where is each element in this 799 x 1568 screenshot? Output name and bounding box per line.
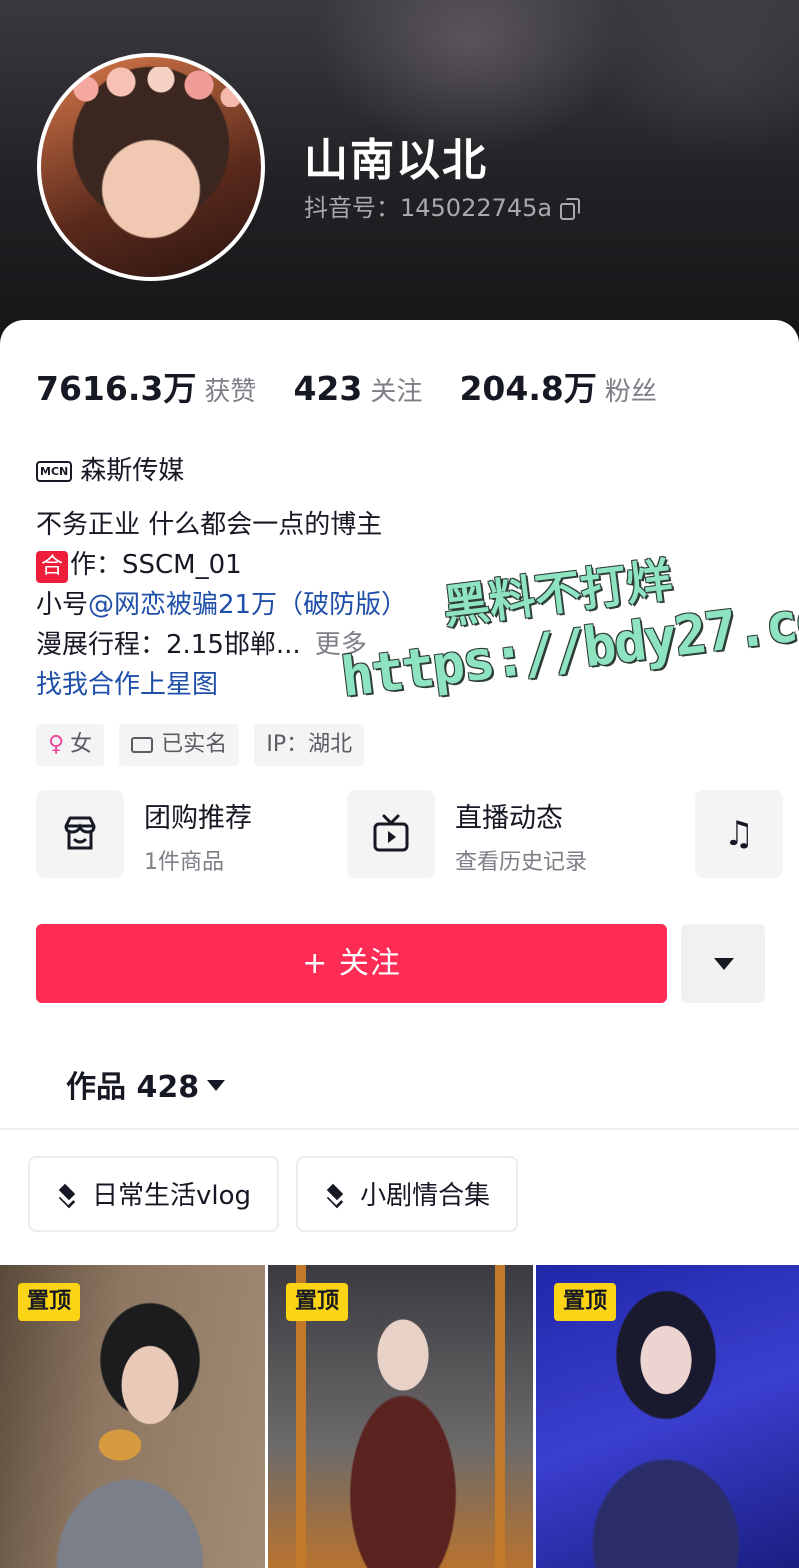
collections-row: 日常生活vlog 小剧情合集 [28,1156,530,1232]
stat-label: 获赞 [204,377,257,407]
live-subtitle: 查看历史记录 [455,850,588,875]
stat-value: 204.8万 [459,369,597,408]
verified-chip: 已实名 [119,724,240,766]
tab-works-label: 作品 428 [66,1070,200,1105]
group-buy-title[interactable]: 团购推荐 [144,796,252,835]
verified-label: 已实名 [161,732,228,757]
more-actions-dropdown-button[interactable] [681,924,765,1003]
female-icon: ♀ [48,732,65,757]
gender-label: 女 [70,732,93,757]
video-thumbnail[interactable]: 置顶 [0,1265,265,1568]
layers-icon [324,1183,350,1207]
profile-header: 山南以北 抖音号：145022745a [0,0,799,360]
bio-line-4-text: 漫展行程：2.15邯郸... [36,630,301,660]
stat-value: 423 [293,369,363,408]
mcn-name: 森斯传媒 [80,456,185,486]
stat-value: 7616.3万 [36,369,197,408]
stat-label: 关注 [370,377,423,407]
shop-bag-icon[interactable] [36,790,124,878]
divider [0,1128,799,1130]
mcn-agency[interactable]: MCN 森斯传媒 [36,450,184,487]
video-grid: 置顶 置顶 置顶 [0,1265,799,1568]
stat-likes: 7616.3万 获赞 [36,362,256,410]
caret-down-icon [207,1080,226,1091]
stats-row: 7616.3万 获赞 423 关注 204.8万 粉丝 [36,362,689,410]
stat-followers[interactable]: 204.8万 粉丝 [459,362,656,410]
video-thumbnail[interactable]: 置顶 [268,1265,533,1568]
cooperate-badge: 合 [36,551,68,583]
mcn-icon: MCN [36,461,73,482]
pinned-badge: 置顶 [286,1283,349,1321]
profile-card: 7616.3万 获赞 423 关注 204.8万 粉丝 MCN 森斯传媒 不务正业 什么… [0,320,799,1568]
pinned-badge: 置顶 [554,1283,617,1321]
layers-icon [56,1183,82,1207]
id-card-icon [131,737,154,753]
bio-line-3-prefix: 小号 [36,590,89,620]
music-note-icon[interactable]: ♫ [695,790,783,878]
copy-icon[interactable] [560,198,581,220]
gender-chip: ♀ 女 [36,724,105,766]
avatar[interactable] [37,53,265,281]
douyin-id-row[interactable]: 抖音号：145022745a [304,188,581,223]
profile-tags: ♀ 女 已实名 IP：湖北 [36,724,374,766]
video-thumbnail[interactable]: 置顶 [536,1265,799,1568]
stat-label: 粉丝 [604,377,657,407]
collection-short-drama[interactable]: 小剧情合集 [296,1156,519,1232]
pinned-badge: 置顶 [18,1283,81,1321]
flower-crown-decoration [71,67,241,107]
tv-icon[interactable] [347,790,435,878]
douyin-id-text: 抖音号：145022745a [304,194,553,222]
stat-following[interactable]: 423 关注 [293,369,422,408]
collection-label: 小剧情合集 [360,1181,491,1211]
bio-line-2: 合作：SSCM_01 [36,545,407,585]
service-entries: 团购推荐 1件商品 直播动态 查看历史记录 ♫ [36,790,799,880]
bio-line-2-text: 作：SSCM_01 [70,550,242,580]
group-buy-subtitle: 1件商品 [144,850,224,875]
collection-daily-vlog[interactable]: 日常生活vlog [28,1156,280,1232]
tab-works[interactable]: 作品 428 [66,1062,226,1106]
follow-button[interactable]: + 关注 [36,924,667,1003]
live-title[interactable]: 直播动态 [455,796,563,835]
bio-line-1: 不务正业 什么都会一点的博主 [36,510,383,540]
collection-label: 日常生活vlog [92,1181,252,1211]
profile-name: 山南以北 [304,135,488,186]
